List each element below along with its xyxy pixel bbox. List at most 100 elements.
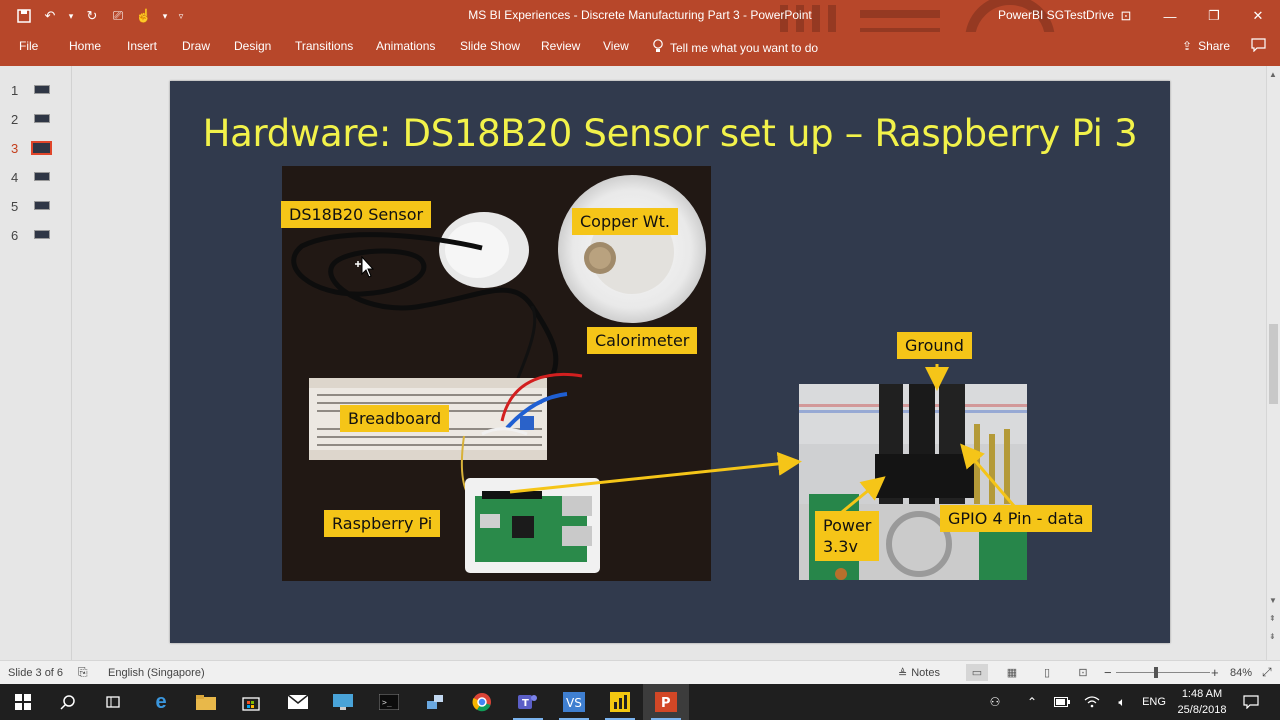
remote-desktop-icon[interactable]: [320, 684, 366, 720]
power-bi-icon[interactable]: [597, 684, 643, 720]
slide-number: 4: [11, 170, 19, 185]
tab-insert[interactable]: Insert: [127, 39, 157, 53]
fit-to-window-icon[interactable]: ⤢: [1262, 665, 1272, 680]
label-breadboard[interactable]: Breadboard: [340, 405, 450, 432]
zoom-in-icon[interactable]: +: [1211, 665, 1219, 680]
present-icon[interactable]: ⎚: [108, 6, 128, 26]
slide-sorter-icon[interactable]: ▦: [1001, 664, 1023, 681]
edge-icon[interactable]: e: [138, 684, 184, 720]
zoom-out-icon[interactable]: −: [1104, 665, 1112, 680]
share-button[interactable]: ⇪ Share: [1182, 39, 1230, 53]
terminal-icon[interactable]: >_: [366, 684, 412, 720]
battery-icon[interactable]: [1052, 684, 1072, 720]
slide-canvas[interactable]: Hardware: DS18B20 Sensor set up – Raspbe…: [170, 81, 1170, 643]
powerpoint-icon[interactable]: P: [643, 684, 689, 720]
slide-thumbnail[interactable]: 2: [0, 110, 72, 130]
slide-title[interactable]: Hardware: DS18B20 Sensor set up – Raspbe…: [170, 112, 1170, 155]
next-slide-icon[interactable]: ⇟: [1269, 632, 1276, 641]
vertical-scrollbar[interactable]: ▲ ▼ ⇞ ⇟: [1266, 66, 1280, 660]
input-language[interactable]: ENG: [1138, 684, 1170, 720]
label-calorimeter[interactable]: Calorimeter: [587, 327, 698, 354]
normal-view-icon[interactable]: ▭: [966, 664, 988, 681]
slide-preview: [34, 85, 50, 94]
touch-icon[interactable]: ☝: [134, 6, 154, 26]
zoom-slider-knob[interactable]: [1154, 667, 1158, 678]
task-view-icon[interactable]: [90, 684, 136, 720]
undo-icon[interactable]: ↶: [40, 6, 60, 26]
network-tool-icon[interactable]: [412, 684, 458, 720]
start-icon[interactable]: [0, 684, 46, 720]
wifi-icon[interactable]: [1082, 684, 1102, 720]
slideshow-view-icon[interactable]: ⊡: [1072, 664, 1094, 681]
taskbar: e >_ T VS P ⚇ ⌃ 🔈︎ ENG 1:48 AM 25/8/2018: [0, 684, 1280, 720]
label-gpio-pin[interactable]: GPIO 4 Pin - data: [940, 505, 1092, 532]
scroll-up-icon[interactable]: ▲: [1269, 70, 1277, 79]
scroll-down-icon[interactable]: ▼: [1269, 596, 1277, 605]
language-indicator[interactable]: English (Singapore): [108, 667, 205, 679]
label-copper-weight[interactable]: Copper Wt.: [572, 208, 678, 235]
reading-view-icon[interactable]: ▯: [1036, 664, 1058, 681]
slide-thumbnail-active[interactable]: 3: [0, 139, 72, 159]
spell-check-icon[interactable]: ⎘: [78, 665, 88, 680]
previous-slide-icon[interactable]: ⇞: [1269, 614, 1276, 623]
slide-preview: [34, 230, 50, 239]
share-icon: ⇪: [1182, 39, 1193, 53]
tab-home[interactable]: Home: [69, 39, 101, 53]
save-icon[interactable]: [14, 6, 34, 26]
visual-studio-code-icon[interactable]: VS: [551, 684, 597, 720]
account-name[interactable]: PowerBI SGTestDrive: [998, 8, 1114, 22]
slide-number: 1: [11, 83, 19, 98]
notes-button[interactable]: ≜ Notes: [898, 667, 940, 680]
comments-icon[interactable]: [1251, 38, 1266, 55]
notes-label: Notes: [911, 667, 940, 679]
file-explorer-icon[interactable]: [183, 684, 229, 720]
label-ds18b20-sensor[interactable]: DS18B20 Sensor: [281, 201, 432, 228]
people-icon[interactable]: ⚇: [984, 684, 1006, 720]
zoom-slider[interactable]: [1116, 667, 1210, 678]
svg-text:T: T: [522, 698, 529, 709]
search-icon[interactable]: [45, 684, 91, 720]
tab-slide-show[interactable]: Slide Show: [460, 39, 520, 53]
slide-thumbnail[interactable]: 5: [0, 197, 72, 217]
tab-design[interactable]: Design: [234, 39, 271, 53]
zoom-level[interactable]: 84%: [1230, 667, 1252, 679]
slide-thumbnail[interactable]: 1: [0, 81, 72, 101]
store-icon[interactable]: [228, 684, 274, 720]
tab-review[interactable]: Review: [541, 39, 580, 53]
customize-icon[interactable]: ▿: [176, 6, 186, 26]
tab-draw[interactable]: Draw: [182, 39, 210, 53]
restore-icon[interactable]: ❐: [1192, 0, 1236, 32]
tab-animations[interactable]: Animations: [376, 39, 435, 53]
undo-dropdown-icon[interactable]: ▾: [66, 6, 76, 26]
scrollbar-thumb[interactable]: [1269, 324, 1278, 404]
notification-center-icon[interactable]: [1240, 684, 1262, 720]
label-power[interactable]: Power 3.3v: [815, 511, 880, 561]
clock-time: 1:48 AM: [1181, 688, 1223, 700]
tab-view[interactable]: View: [603, 39, 629, 53]
show-hidden-icons-icon[interactable]: ⌃: [1022, 684, 1042, 720]
slide-thumbnail[interactable]: 4: [0, 168, 72, 188]
minimize-icon[interactable]: —: [1148, 0, 1192, 32]
tab-file[interactable]: File: [19, 39, 38, 53]
tab-transitions[interactable]: Transitions: [295, 39, 353, 53]
chrome-icon[interactable]: [459, 684, 505, 720]
redo-icon[interactable]: ↻: [82, 6, 102, 26]
ribbon-display-icon[interactable]: ⊡: [1104, 0, 1148, 32]
teams-icon[interactable]: T: [505, 684, 551, 720]
touch-dropdown-icon[interactable]: ▾: [160, 6, 170, 26]
slide-thumbnail-pane: 1 2 3 4 5 6: [0, 66, 72, 660]
svg-text:VS: VS: [566, 696, 582, 710]
quick-access-toolbar: ↶ ▾ ↻ ⎚ ☝ ▾ ▿: [0, 0, 186, 32]
mail-icon[interactable]: [275, 684, 321, 720]
slide-number: 5: [11, 199, 19, 214]
volume-icon[interactable]: 🔈︎: [1112, 684, 1132, 720]
label-power-line2: 3.3v: [823, 537, 858, 556]
tell-me-box[interactable]: Tell me what you want to do: [652, 39, 818, 56]
label-raspberry-pi[interactable]: Raspberry Pi: [324, 510, 441, 537]
share-label: Share: [1198, 39, 1231, 53]
slide-preview: [34, 172, 50, 181]
label-ground[interactable]: Ground: [897, 332, 972, 359]
system-clock[interactable]: 1:48 AM 25/8/2018: [1172, 686, 1232, 718]
slide-thumbnail[interactable]: 6: [0, 226, 72, 246]
close-icon[interactable]: ✕: [1236, 0, 1280, 32]
